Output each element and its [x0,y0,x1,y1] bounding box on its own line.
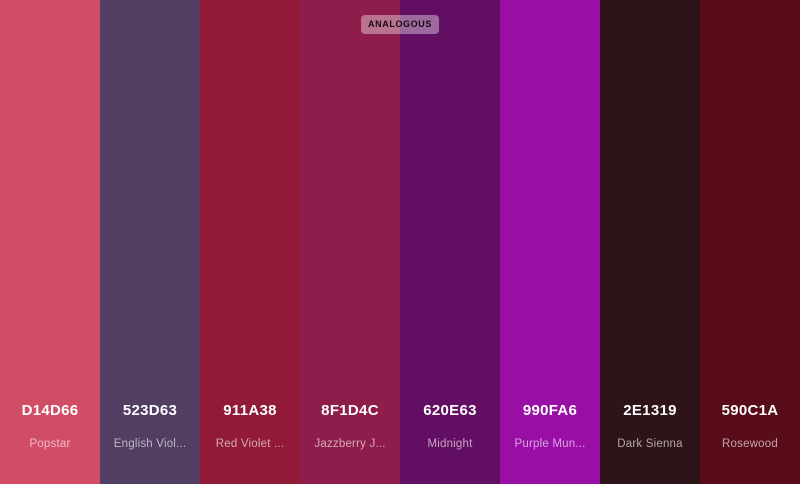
swatch-hex-code[interactable]: 990FA6 [500,402,600,419]
swatch-hex-code[interactable]: D14D66 [0,402,100,419]
color-swatch-midnight[interactable]: 620E63 Midnight [400,0,500,484]
swatch-hex-code[interactable]: 620E63 [400,402,500,419]
swatch-color-name: Red Violet ... [215,438,285,450]
swatch-hex-code[interactable]: 590C1A [700,402,800,419]
scheme-type-badge: ANALOGOUS [361,15,439,34]
color-swatch-jazzberry-jam[interactable]: 8F1D4C Jazzberry J... [300,0,400,484]
color-swatch-english-violet[interactable]: 523D63 English Viol... [100,0,200,484]
color-swatch-dark-sienna[interactable]: 2E1319 Dark Sienna [600,0,700,484]
color-swatch-popstar[interactable]: D14D66 Popstar [0,0,100,484]
swatch-color-name: English Viol... [113,438,187,450]
swatch-hex-code[interactable]: 2E1319 [600,402,700,419]
swatch-color-name: Jazzberry J... [314,438,386,450]
swatch-hex-code[interactable]: 523D63 [100,402,200,419]
swatch-hex-code[interactable]: 911A38 [200,402,300,419]
swatch-color-name: Popstar [29,438,71,450]
color-swatch-rosewood[interactable]: 590C1A Rosewood [700,0,800,484]
color-palette: D14D66 Popstar 523D63 English Viol... 91… [0,0,800,484]
swatch-color-name: Dark Sienna [617,438,683,450]
swatch-color-name: Purple Mun... [514,438,586,450]
swatch-hex-code[interactable]: 8F1D4C [300,402,400,419]
swatch-color-name: Midnight [427,438,473,450]
color-swatch-red-violet[interactable]: 911A38 Red Violet ... [200,0,300,484]
swatch-color-name: Rosewood [722,438,778,450]
color-swatch-purple-munsell[interactable]: 990FA6 Purple Mun... [500,0,600,484]
